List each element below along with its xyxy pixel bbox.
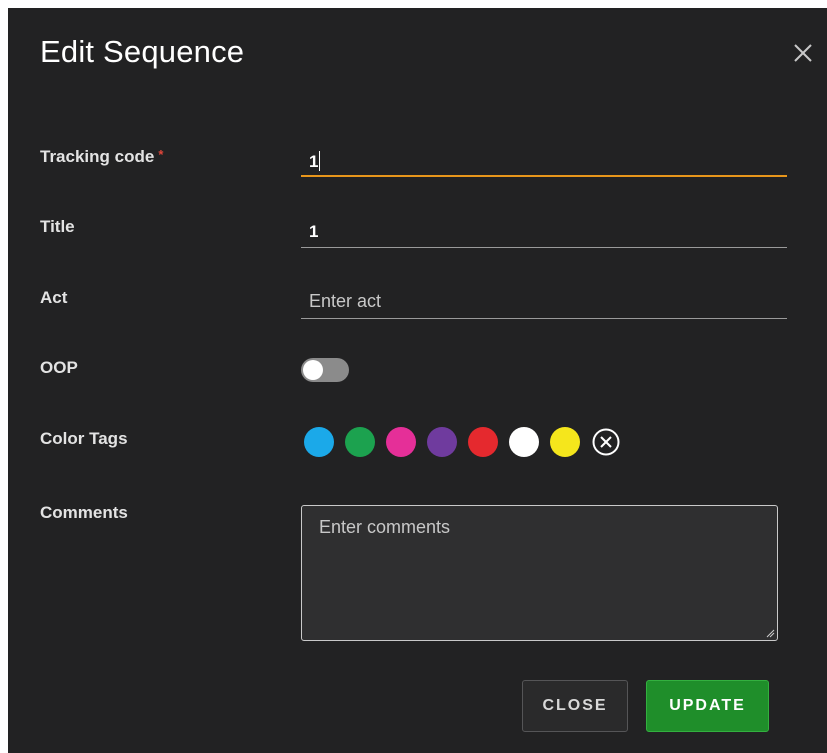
update-button[interactable]: UPDATE (646, 680, 769, 732)
color-swatch-green[interactable] (345, 427, 375, 457)
resize-handle-icon[interactable] (765, 628, 775, 638)
tracking-code-input[interactable]: 1 (301, 147, 787, 177)
close-icon[interactable] (790, 40, 816, 66)
tracking-code-value: 1 (309, 151, 321, 172)
color-swatch-white[interactable] (509, 427, 539, 457)
color-swatch-red[interactable] (468, 427, 498, 457)
oop-label: OOP (40, 358, 78, 377)
close-button[interactable]: CLOSE (522, 680, 628, 732)
title-input[interactable]: 1 (301, 218, 787, 248)
oop-toggle[interactable] (301, 358, 349, 382)
tracking-code-label: Tracking code * (40, 147, 163, 167)
color-swatch-purple[interactable] (427, 427, 457, 457)
color-swatch-blue[interactable] (304, 427, 334, 457)
color-tags-label: Color Tags (40, 429, 128, 448)
tracking-code-text: 1 (309, 152, 319, 171)
act-input[interactable]: Enter act (301, 289, 787, 319)
required-indicator: * (158, 147, 164, 162)
act-label: Act (40, 288, 68, 307)
comments-textarea[interactable]: Enter comments (301, 505, 778, 641)
comments-label: Comments (40, 503, 128, 522)
comments-placeholder: Enter comments (319, 517, 451, 537)
color-tag-swatches (304, 427, 621, 457)
toggle-knob (303, 360, 323, 380)
title-value: 1 (309, 222, 319, 241)
act-placeholder: Enter act (309, 291, 382, 311)
color-swatch-yellow[interactable] (550, 427, 580, 457)
tracking-code-label-text: Tracking code (40, 147, 155, 166)
text-caret (319, 151, 321, 171)
edit-sequence-dialog: Edit Sequence Tracking code * 1 Title 1 A… (8, 8, 827, 753)
circle-x-icon[interactable] (591, 427, 621, 457)
dialog-title: Edit Sequence (40, 34, 245, 69)
color-swatch-pink[interactable] (386, 427, 416, 457)
title-label: Title (40, 217, 75, 236)
